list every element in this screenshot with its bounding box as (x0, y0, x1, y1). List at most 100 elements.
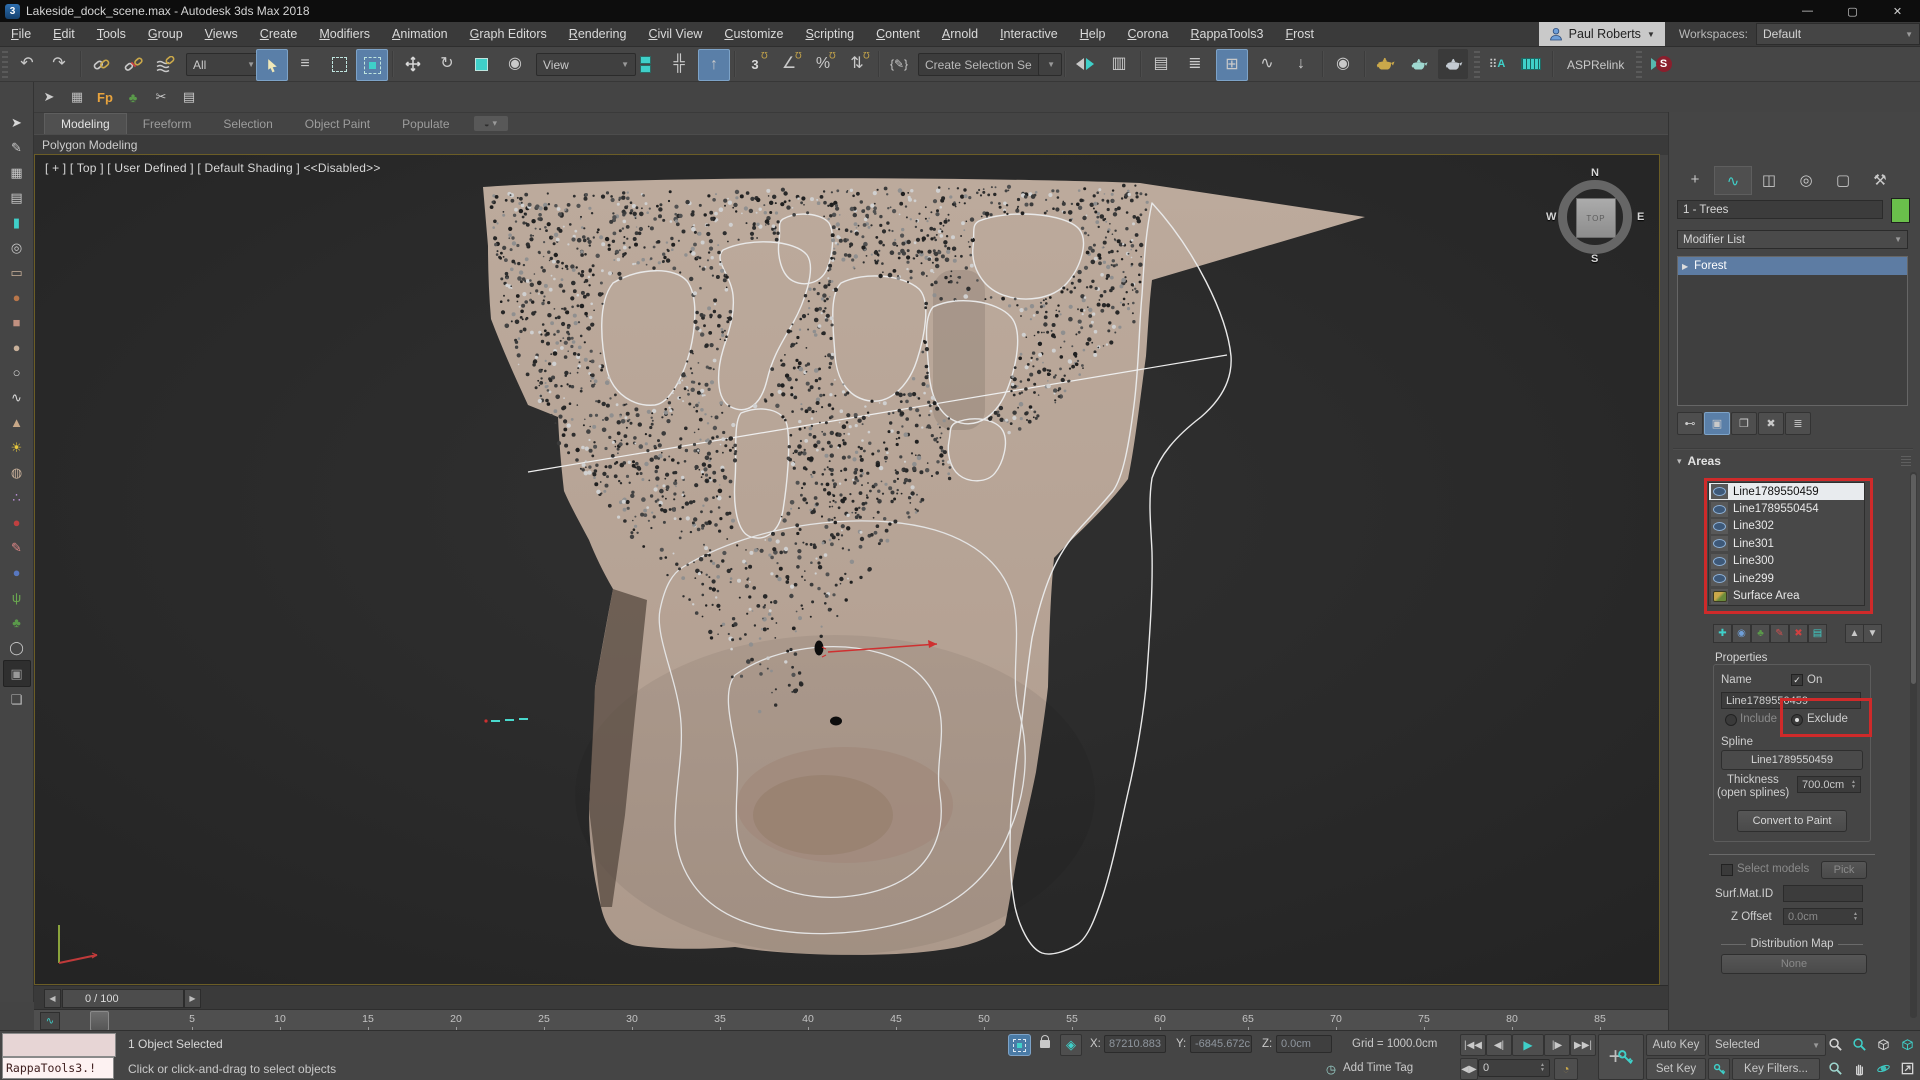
set-keys-button[interactable]: + (1598, 1034, 1644, 1080)
add-object-area-icon[interactable]: ◉ (1732, 624, 1751, 643)
dots-grid-icon[interactable]: ⠿A (1482, 49, 1512, 79)
blue-ball-icon[interactable]: ● (4, 560, 30, 585)
foliage-icon[interactable]: ♣ (4, 610, 30, 635)
viewcube-top-face[interactable]: TOP (1576, 198, 1616, 238)
current-frame-field[interactable]: 0 ▲▼ (1478, 1059, 1550, 1077)
pan-icon[interactable] (1848, 1058, 1870, 1078)
box-icon[interactable]: ■ (4, 310, 30, 335)
tab-freeform[interactable]: Freeform (127, 114, 208, 134)
expand-arrow-icon[interactable]: ▶ (1682, 262, 1688, 271)
viewcube[interactable]: N W E S TOP (1547, 169, 1643, 265)
area-line1789550454[interactable]: Line1789550454 (1709, 500, 1864, 517)
pin-stack-icon[interactable]: ⊷ (1677, 412, 1703, 435)
modifier-stack[interactable]: ▶Forest (1677, 256, 1908, 406)
compass-west[interactable]: W (1546, 211, 1556, 223)
maximize-button[interactable]: ▢ (1830, 0, 1875, 22)
object-color-swatch[interactable] (1891, 198, 1910, 223)
use-pivot-center-icon[interactable] (630, 49, 660, 79)
measure-ruler-icon[interactable] (1516, 49, 1546, 79)
capsule-icon[interactable]: ▭ (4, 260, 30, 285)
on-checkbox[interactable]: ✓ (1791, 674, 1803, 686)
menu-item[interactable]: Modifiers (308, 22, 381, 46)
render-production-icon[interactable] (1438, 49, 1468, 79)
z-offset-spinner[interactable]: 0.0cm ▲▼ (1783, 908, 1863, 925)
curve-editor-icon[interactable]: ∿ (1252, 49, 1282, 79)
bind-to-spacewarp-icon[interactable] (150, 49, 180, 79)
grid-icon[interactable]: ▦ (4, 160, 30, 185)
configure-modifier-icon[interactable]: ≣ (1785, 412, 1811, 435)
convert-to-paint-button[interactable]: Convert to Paint (1737, 810, 1847, 832)
toolbar-drag-handle[interactable] (2, 50, 8, 78)
next-frame-button[interactable]: |▶ (1544, 1034, 1570, 1056)
selection-filter-dropdown[interactable]: All▼ (186, 53, 262, 76)
menu-item[interactable]: Arnold (931, 22, 989, 46)
menu-item[interactable]: Edit (42, 22, 86, 46)
named-selection-set-field[interactable]: Create Selection Se (918, 53, 1050, 76)
select-and-link-icon[interactable] (86, 49, 116, 79)
object-marker[interactable] (830, 717, 842, 726)
select-and-manipulate-icon[interactable]: ╬ (664, 49, 694, 79)
tab-populate[interactable]: Populate (386, 114, 465, 134)
spline-pick-button[interactable]: Line1789550459 (1721, 750, 1863, 770)
area-line1789550459[interactable]: Line1789550459 (1709, 483, 1864, 500)
named-selection-sets-icon[interactable]: {✎} (884, 49, 914, 79)
menu-item[interactable]: Corona (1116, 22, 1179, 46)
select-and-place-icon[interactable]: ◉ (500, 49, 530, 79)
move-area-down-icon[interactable]: ▼ (1863, 624, 1882, 643)
tab-create[interactable]: + (1677, 166, 1713, 193)
object-name-field[interactable]: 1 - Trees (1677, 200, 1883, 219)
compass-north[interactable]: N (1591, 167, 1599, 179)
brush-icon[interactable]: ✎ (4, 535, 30, 560)
show-end-result-icon[interactable]: ▣ (1704, 412, 1730, 435)
select-by-name-icon[interactable]: ≡ (290, 49, 320, 79)
asprelink-button[interactable]: ASPRelink (1560, 53, 1640, 76)
pointer-gear-icon[interactable]: ➤ (36, 84, 62, 110)
z-coordinate-field[interactable]: 0.0cm (1276, 1035, 1332, 1053)
remove-modifier-icon[interactable]: ✖ (1758, 412, 1784, 435)
spinner-snap-icon[interactable]: ⇅Ω (842, 49, 872, 79)
forest-tool-icon[interactable]: ♣ (120, 84, 146, 110)
move-area-up-icon[interactable]: ▲ (1845, 624, 1864, 643)
workspace-dropdown[interactable]: Default ▼ (1756, 23, 1920, 45)
light-icon[interactable]: ☀ (4, 435, 30, 460)
grid-tool-icon[interactable]: ▦ (64, 84, 90, 110)
menu-item[interactable]: Graph Editors (459, 22, 558, 46)
close-button[interactable]: ✕ (1875, 0, 1920, 22)
zoom-extents-all-icon[interactable] (1896, 1034, 1918, 1054)
select-and-rotate-icon[interactable]: ↻ (432, 49, 462, 79)
menu-item[interactable]: Frost (1274, 22, 1324, 46)
tab-utilities[interactable]: ⚒ (1862, 166, 1898, 193)
pencil-icon[interactable]: ✎ (4, 135, 30, 160)
selection-lock-icon[interactable] (1036, 1035, 1054, 1053)
area-line300[interactable]: Line300 (1709, 553, 1864, 570)
areas-list[interactable]: Line1789550459Line1789550454Line302Line3… (1708, 482, 1865, 606)
distribution-map-button[interactable]: None (1721, 954, 1867, 974)
tab-modeling[interactable]: Modeling (44, 113, 127, 134)
auto-key-button[interactable]: Auto Key (1646, 1034, 1706, 1056)
ribbon-overflow-button[interactable]: ◒▾ (474, 116, 508, 131)
go-to-start-button[interactable]: |◀◀ (1460, 1034, 1486, 1056)
reference-coordinate-dropdown[interactable]: View▼ (536, 53, 636, 76)
snap-toggle-3d-icon[interactable]: 3Ω (740, 49, 770, 79)
substance-plugin-icon[interactable]: S (1646, 49, 1676, 79)
frame-step-icon[interactable]: ◀▶ (1460, 1058, 1478, 1080)
zoom-all-icon[interactable] (1848, 1034, 1870, 1054)
time-slider-handle[interactable] (90, 1011, 109, 1031)
thickness-spinner[interactable]: 700.0cm ▲▼ (1797, 776, 1861, 793)
make-unique-icon[interactable]: ❐ (1731, 412, 1757, 435)
zoom-extents-icon[interactable] (1872, 1034, 1894, 1054)
menu-item[interactable]: Content (865, 22, 931, 46)
surf-mat-id-field[interactable] (1783, 885, 1863, 902)
tab-hierarchy[interactable]: ◫ (1751, 166, 1787, 193)
align-icon[interactable]: ▥ (1104, 49, 1134, 79)
selection-region-icon[interactable] (324, 49, 354, 79)
polygon-modeling-panel-header[interactable]: Polygon Modeling (34, 134, 1668, 155)
viewport[interactable]: [ + ] [ Top ] [ User Defined ] [ Default… (34, 154, 1660, 985)
sheet-icon[interactable]: ▤ (4, 185, 30, 210)
unlink-selection-icon[interactable] (118, 49, 148, 79)
add-spline-area-icon[interactable]: ✚ (1713, 624, 1732, 643)
minimize-button[interactable]: — (1785, 0, 1830, 22)
ring-icon[interactable]: ◯ (4, 635, 30, 660)
geosphere-icon[interactable]: ◍ (4, 460, 30, 485)
cut-tool-icon[interactable]: ✂ (148, 84, 174, 110)
